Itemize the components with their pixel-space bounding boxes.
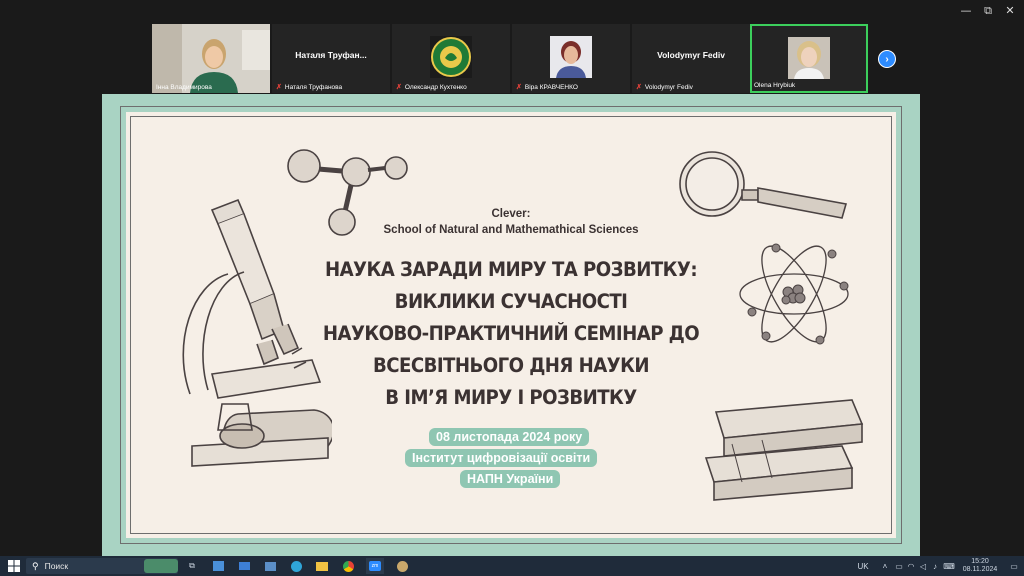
clock-date: 08.11.2024 [962,566,998,573]
edge-icon[interactable] [288,558,304,574]
participant-tile[interactable]: ✗ Віра КРАВЧЕНКО [512,24,630,93]
slide-brand: Clever: [491,208,531,220]
battery-icon[interactable]: ▭ [894,558,904,574]
clock-time: 15:20 [971,558,989,565]
participant-logo [430,36,472,78]
minimize-button[interactable]: — [954,4,978,18]
chevron-up-icon[interactable]: ˄ [880,558,890,574]
slide-paper: Clever: School of Natural and Mathemathi… [126,112,896,538]
slide-title-line: ВСЕСВІТНЬОГО ДНЯ НАУКИ [372,354,650,377]
shared-slide: Clever: School of Natural and Mathemathi… [102,94,920,556]
magnifier-illustration [679,151,848,219]
muted-mic-icon: ✗ [636,84,642,91]
participant-name: Віра КРАВЧЕНКО [524,83,578,91]
gallery-next-button[interactable]: › [878,50,896,68]
task-view-icon[interactable]: ⧉ [184,558,200,574]
clock[interactable]: 15:20 08.11.2024 [960,558,1000,574]
participant-gallery: Інна Владимирова Наталя Труфан... ✗ Натал… [152,24,872,94]
participant-name: Olena Hrybiuk [754,82,796,89]
event-date-pill: 08 листопада 2024 року [429,428,590,446]
mail-icon[interactable] [236,558,252,574]
volume-icon[interactable]: ◁ [918,558,928,574]
academy-pill: НАПН України [460,470,561,488]
language-indicator[interactable]: UK [856,558,870,574]
participant-photo [788,37,830,79]
start-button[interactable] [6,558,22,574]
notifications-icon[interactable]: ▭ [1008,558,1020,574]
slide-title-line: В ІМ’Я МИРУ І РОЗВИТКУ [385,386,637,409]
slide-title-line: ВИКЛИКИ СУЧАСНОСТІ [394,290,628,313]
muted-mic-icon: ✗ [516,84,522,91]
slide-school: School of Natural and Mathemathical Scie… [383,224,639,236]
participant-tile[interactable]: Інна Владимирова [152,24,270,93]
muted-mic-icon: ✗ [396,84,402,91]
participant-name: Наталя Труфанова [284,83,343,91]
participant-name: Volodymyr Fediv [644,83,693,91]
participant-name-overlay: Наталя Труфан... [295,50,367,60]
zoom-window: — ⧉ ✕ Інна Владимирова Наталя Труфан... … [0,0,1024,556]
participant-tile-active[interactable]: Olena Hrybiuk [750,24,868,93]
participant-name: Інна Владимирова [156,84,212,91]
slide-title-line: НАУКА ЗАРАДИ МИРУ ТА РОЗВИТКУ: [324,258,698,281]
store-icon[interactable] [210,558,226,574]
participant-tile[interactable]: Volodymyr Fediv ✗ Volodymyr Fediv [632,24,750,93]
close-button[interactable]: ✕ [998,4,1022,18]
search-input[interactable]: Поиск [45,561,69,571]
participant-video [152,24,270,93]
participant-name-overlay: Volodymyr Fediv [657,50,725,60]
speaker-icon[interactable]: ♪ [930,558,940,574]
taskbar: ⚲ Поиск ⧉ zm UK ˄ ▭ ◠ ◁ ♪ ⌨ 15:20 08.11.… [0,556,1024,576]
zoom-icon[interactable]: zm [366,558,384,574]
muted-mic-icon: ✗ [276,84,282,91]
institute-pill: Інститут цифровізації освіти [405,449,598,467]
participant-name: Олександр Кухтенко [404,83,467,91]
restore-button[interactable]: ⧉ [976,4,1000,18]
paint-icon[interactable] [394,558,410,574]
ime-icon[interactable]: ⌨ [943,558,955,574]
search-box[interactable]: ⚲ Поиск [26,558,178,574]
slide-title-line: НАУКОВО-ПРАКТИЧНИЙ СЕМІНАР ДО [322,322,700,345]
network-icon[interactable]: ◠ [906,558,916,574]
participant-tile[interactable]: ✗ Олександр Кухтенко [392,24,510,93]
files-icon[interactable] [262,558,278,574]
folder-icon[interactable] [314,558,330,574]
search-icon: ⚲ [32,560,39,571]
search-highlight-icon [144,559,178,573]
chrome-icon[interactable] [340,558,356,574]
windows-logo-icon [8,560,20,572]
participant-tile[interactable]: Наталя Труфан... ✗ Наталя Труфанова [272,24,390,93]
participant-photo [550,36,592,78]
